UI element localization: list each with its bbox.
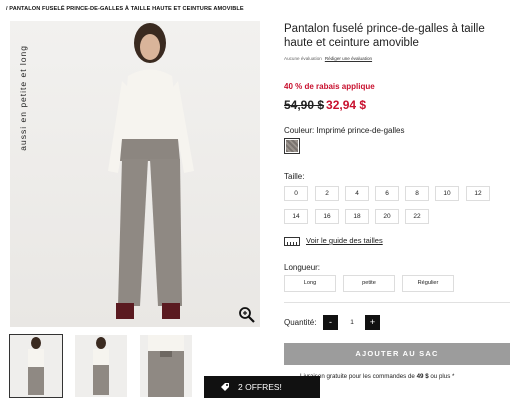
length-option[interactable]: Régulier <box>402 275 454 292</box>
write-review-link[interactable]: Rédiger une évaluation <box>325 56 372 61</box>
size-label: Taille: <box>284 172 305 181</box>
shipping-amount: 49 $ <box>416 373 429 380</box>
size-option[interactable]: 10 <box>435 186 459 201</box>
thumbnail-2[interactable] <box>75 335 127 397</box>
size-option[interactable]: 14 <box>284 209 308 224</box>
size-guide-link[interactable]: Voir le guide des tailles <box>284 236 383 246</box>
quantity-label: Quantité: <box>284 318 317 327</box>
size-option[interactable]: 8 <box>405 186 429 201</box>
model-photo <box>108 23 194 319</box>
length-option[interactable]: petite <box>343 275 395 292</box>
length-label: Longueur: <box>284 263 321 272</box>
size-option[interactable]: 4 <box>345 186 369 201</box>
ruler-icon <box>284 236 300 246</box>
divider <box>284 302 510 303</box>
quantity-increase-button[interactable]: + <box>365 315 380 330</box>
review-count: Aucune évaluation <box>284 56 322 61</box>
alt-sizes-text: aussi en petite et long <box>18 45 28 151</box>
tag-icon <box>221 383 229 391</box>
size-option[interactable]: 22 <box>405 209 429 224</box>
color-swatch[interactable] <box>284 138 300 154</box>
sale-price: 32,94 $ <box>326 98 367 112</box>
quantity-decrease-button[interactable]: - <box>323 315 338 330</box>
swatch-pattern <box>286 140 298 152</box>
color-label: Couleur: Imprimé prince-de-galles <box>284 126 405 135</box>
size-guide-text: Voir le guide des tailles <box>306 236 383 245</box>
promo-text: 40 % de rabais applique <box>284 82 375 91</box>
zoom-icon[interactable] <box>238 306 256 324</box>
product-main-image[interactable]: aussi en petite et long <box>10 21 260 327</box>
size-option[interactable]: 2 <box>315 186 339 201</box>
alt-sizes-label: aussi en petite et long <box>10 45 36 155</box>
quantity-value[interactable]: 1 <box>342 315 362 330</box>
size-option[interactable]: 6 <box>375 186 399 201</box>
add-to-bag-button[interactable]: AJOUTER AU SAC <box>284 343 510 365</box>
shipping-suffix: ou plus * <box>428 373 455 380</box>
offers-button[interactable]: 2 OFFRES! <box>204 376 320 398</box>
price: 54,90 $32,94 $ <box>284 98 366 112</box>
review-summary: Aucune évaluation Rédiger une évaluation <box>284 56 372 61</box>
offers-label: 2 OFFRES! <box>238 382 282 392</box>
size-option[interactable]: 16 <box>315 209 339 224</box>
size-option[interactable]: 18 <box>345 209 369 224</box>
length-option[interactable]: Long <box>284 275 336 292</box>
breadcrumb[interactable]: / PANTALON FUSELÉ PRINCE-DE-GALLES À TAI… <box>6 6 244 12</box>
product-title: Pantalon fuselé prince-de-galles à taill… <box>284 23 485 49</box>
size-option[interactable]: 0 <box>284 186 308 201</box>
old-price: 54,90 $ <box>284 98 325 112</box>
size-option[interactable]: 20 <box>375 209 399 224</box>
size-option[interactable]: 12 <box>466 186 490 201</box>
thumbnail-3[interactable] <box>140 335 192 397</box>
free-shipping-note: Livraison gratuite pour les commandes de… <box>300 373 454 380</box>
thumbnail-1[interactable] <box>9 334 63 398</box>
